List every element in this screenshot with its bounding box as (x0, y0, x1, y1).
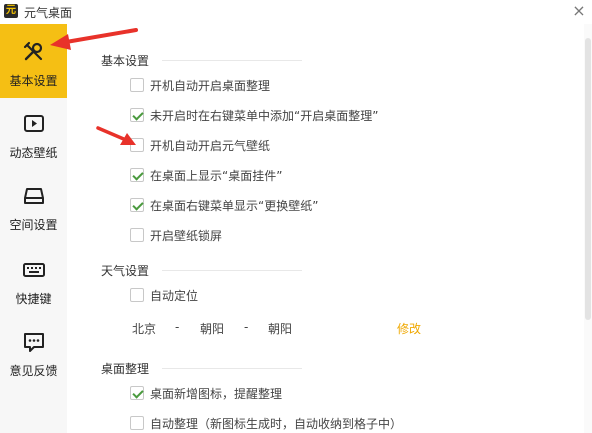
scrollbar-thumb[interactable] (585, 38, 591, 320)
option-label: 开机自动开启桌面整理 (150, 78, 271, 93)
option-label: 自动整理（新图标生成时，自动收纳到格子中） (150, 416, 403, 431)
checkbox[interactable] (130, 138, 144, 152)
option-wallpaper-lock-screen[interactable]: 开启壁纸锁屏 (130, 227, 222, 243)
sidebar-item-label: 意见反馈 (9, 364, 58, 378)
checkbox[interactable] (130, 78, 144, 92)
location-district: 朝阳 (268, 322, 293, 336)
checkbox[interactable] (130, 288, 144, 302)
close-button[interactable]: × (570, 2, 588, 20)
checkbox[interactable] (130, 108, 144, 122)
location-province: 北京 (132, 322, 157, 336)
sidebar-item-label: 空间设置 (9, 218, 58, 232)
section-title-basic: 基本设置 (101, 54, 150, 68)
option-label: 桌面新增图标，提醒整理 (150, 386, 283, 401)
section-title-desktop-organize: 桌面整理 (101, 362, 150, 376)
checkbox[interactable] (130, 198, 144, 212)
keyboard-icon (22, 263, 45, 277)
sidebar-item-feedback[interactable]: 意见反馈 (0, 330, 67, 404)
section-divider (162, 368, 302, 369)
feedback-icon (23, 333, 44, 352)
option-new-icon-reminder[interactable]: 桌面新增图标，提醒整理 (130, 385, 282, 401)
checkbox[interactable] (130, 168, 144, 182)
edit-location-link[interactable]: 修改 (397, 320, 421, 337)
sidebar-item-basic-settings[interactable]: 基本设置 (0, 24, 67, 98)
checkbox[interactable] (130, 228, 144, 242)
location-separator: - (175, 320, 180, 334)
option-label: 开机自动开启元气壁纸 (150, 138, 271, 153)
option-auto-start-desktop-organize[interactable]: 开机自动开启桌面整理 (130, 77, 270, 93)
option-label: 在桌面上显示“桌面挂件” (150, 168, 283, 183)
sidebar-item-space-settings[interactable]: 空间设置 (0, 184, 67, 258)
app-logo: 元 (4, 4, 18, 18)
section-divider (162, 60, 302, 61)
sidebar-item-live-wallpaper[interactable]: 动态壁纸 (0, 112, 67, 186)
sidebar: 基本设置 动态壁纸 空间设置 快捷键 意见反馈 (0, 24, 67, 433)
option-auto-start-wallpaper[interactable]: 开机自动开启元气壁纸 (130, 137, 270, 153)
sidebar-item-label: 基本设置 (9, 74, 58, 88)
location-separator: - (244, 320, 249, 334)
option-label: 未开启时在右键菜单中添加“开启桌面整理” (150, 108, 379, 123)
option-auto-locate[interactable]: 自动定位 (130, 287, 198, 303)
location-city: 朝阳 (200, 322, 225, 336)
section-divider (162, 270, 302, 271)
option-label: 开启壁纸锁屏 (150, 228, 223, 243)
window-title: 元气桌面 (24, 6, 73, 20)
checkbox[interactable] (130, 416, 144, 430)
drive-icon (23, 188, 44, 204)
scrollbar[interactable] (584, 24, 592, 433)
sidebar-item-label: 动态壁纸 (9, 146, 58, 160)
tools-icon (23, 41, 42, 61)
checkbox[interactable] (130, 386, 144, 400)
settings-panel: 基本设置 开机自动开启桌面整理 未开启时在右键菜单中添加“开启桌面整理” 开机自… (67, 24, 582, 433)
option-context-menu-organize[interactable]: 未开启时在右键菜单中添加“开启桌面整理” (130, 107, 378, 123)
option-label: 自动定位 (150, 288, 199, 303)
sidebar-item-label: 快捷键 (15, 292, 52, 306)
section-title-weather: 天气设置 (101, 264, 150, 278)
title-bar: 元 元气桌面 × (0, 0, 592, 24)
option-show-desktop-widgets[interactable]: 在桌面上显示“桌面挂件” (130, 167, 282, 183)
option-context-menu-change-wallpaper[interactable]: 在桌面右键菜单显示“更换壁纸” (130, 197, 318, 213)
option-auto-organize[interactable]: 自动整理（新图标生成时，自动收纳到格子中） (130, 415, 402, 431)
sidebar-item-shortcuts[interactable]: 快捷键 (0, 258, 67, 332)
play-screen-icon (23, 115, 44, 132)
option-label: 在桌面右键菜单显示“更换壁纸” (150, 198, 319, 213)
